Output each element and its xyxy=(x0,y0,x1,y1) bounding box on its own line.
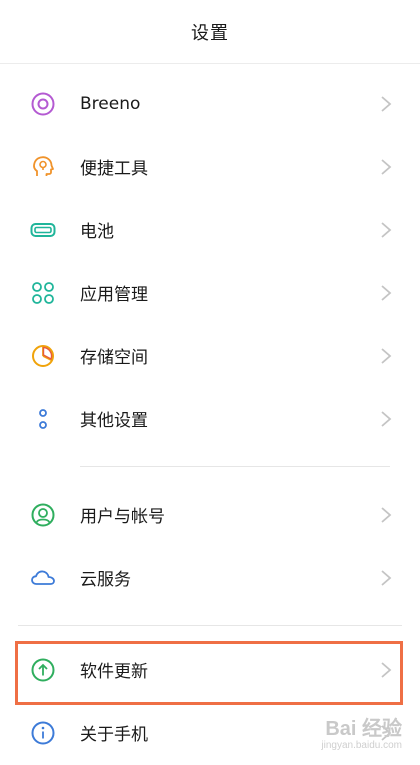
settings-item-user-account[interactable]: 用户与帐号 xyxy=(0,483,420,546)
settings-item-storage[interactable]: 存储空间 xyxy=(0,324,420,387)
breeno-icon xyxy=(30,91,56,117)
settings-item-software-update[interactable]: 软件更新 xyxy=(0,638,420,701)
settings-item-label: 用户与帐号 xyxy=(80,507,165,527)
info-icon xyxy=(30,720,56,746)
chevron-right-icon xyxy=(380,284,392,302)
chevron-right-icon xyxy=(380,347,392,365)
head-bulb-icon xyxy=(30,154,56,180)
settings-item-other-settings[interactable]: 其他设置 xyxy=(0,387,420,450)
chevron-right-icon xyxy=(380,410,392,428)
chevron-right-icon xyxy=(380,221,392,239)
user-account-icon xyxy=(30,502,56,528)
settings-item-label: 存储空间 xyxy=(80,348,148,368)
settings-item-battery[interactable]: 电池 xyxy=(0,198,420,261)
page-title: 设置 xyxy=(191,22,229,44)
settings-item-label: 应用管理 xyxy=(80,285,148,305)
settings-item-label: 云服务 xyxy=(80,570,131,590)
settings-item-app-management[interactable]: 应用管理 xyxy=(0,261,420,324)
app-grid-icon xyxy=(30,280,56,306)
chevron-right-icon xyxy=(380,95,392,113)
storage-pie-icon xyxy=(30,343,56,369)
settings-item-about-phone[interactable]: 关于手机 xyxy=(0,701,420,764)
chevron-right-icon xyxy=(380,506,392,524)
section-divider xyxy=(18,625,402,626)
section-divider xyxy=(80,466,390,467)
settings-item-label: Breeno xyxy=(80,93,141,114)
settings-item-shortcuts[interactable]: 便捷工具 xyxy=(0,135,420,198)
settings-item-label: 便捷工具 xyxy=(80,159,148,179)
update-arrow-icon xyxy=(30,657,56,683)
other-dots-icon xyxy=(30,406,56,432)
battery-icon xyxy=(30,217,56,243)
settings-item-label: 软件更新 xyxy=(80,662,148,682)
settings-item-label: 电池 xyxy=(80,222,114,242)
settings-item-breeno[interactable]: Breeno xyxy=(0,72,420,135)
settings-list: Breeno 便捷工具 电池 应用管理 存储空间 其他设置 用户与帐号 云服务 … xyxy=(0,72,420,764)
settings-item-cloud-service[interactable]: 云服务 xyxy=(0,546,420,609)
chevron-right-icon xyxy=(380,569,392,587)
chevron-right-icon xyxy=(380,661,392,679)
chevron-right-icon xyxy=(380,158,392,176)
settings-item-label: 关于手机 xyxy=(80,725,148,745)
top-bar: 设置 xyxy=(0,0,420,64)
cloud-icon xyxy=(30,565,56,591)
settings-item-label: 其他设置 xyxy=(80,411,148,431)
chevron-right-icon xyxy=(380,724,392,742)
